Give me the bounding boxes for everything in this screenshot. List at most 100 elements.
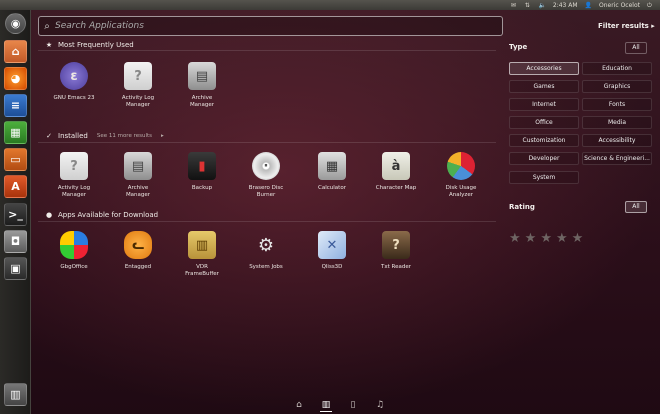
star-icon[interactable]: ★ xyxy=(572,231,584,246)
app-archive-manager[interactable]: ▤ Archive Manager xyxy=(171,62,233,109)
section-frequent-header[interactable]: ★ Most Frequently Used xyxy=(45,41,134,49)
files-lens-icon[interactable]: ▯ xyxy=(347,400,359,412)
dash: ⌕ Filter results ▸ ★ Most Frequently Use… xyxy=(31,10,660,414)
app-label: Brasero Disc Burner xyxy=(248,185,284,198)
category-graphics[interactable]: Graphics xyxy=(582,80,652,93)
app-character-map[interactable]: à Character Map xyxy=(365,152,427,192)
info-icon: ● xyxy=(45,211,53,219)
section-installed-header[interactable]: ✓ Installed See 11 more results ▸ xyxy=(45,132,164,140)
category-games[interactable]: Games xyxy=(509,80,579,93)
impress-icon[interactable]: ▭ xyxy=(4,148,27,171)
app-label: Backup xyxy=(191,185,213,191)
mail-icon[interactable]: ✉ xyxy=(511,2,518,9)
star-icon[interactable]: ★ xyxy=(556,231,568,246)
category-system[interactable]: System xyxy=(509,171,579,184)
star-icon[interactable]: ★ xyxy=(509,231,521,246)
category-developer[interactable]: Developer xyxy=(509,152,579,165)
category-accessories[interactable]: Accessories xyxy=(509,62,579,75)
app-label: Qliss3D xyxy=(321,264,343,270)
emacs-icon: ε xyxy=(60,62,88,90)
app-vdr-framebuffer[interactable]: ▥ VDR FrameBuffer xyxy=(171,231,233,278)
app-gnu-emacs[interactable]: ε GNU Emacs 23 xyxy=(43,62,105,102)
check-circle-icon: ✓ xyxy=(46,132,52,140)
app-label: Entagged xyxy=(124,264,152,270)
trash-icon[interactable]: ▥ xyxy=(4,383,27,406)
archive-icon: ▤ xyxy=(124,152,152,180)
category-science-engineering[interactable]: Science & Engineeri... xyxy=(582,152,652,165)
home-lens-icon[interactable]: ⌂ xyxy=(293,400,305,412)
calculator-icon: ▦ xyxy=(318,152,346,180)
volume-icon[interactable]: 🔈 xyxy=(539,2,546,9)
music-lens-icon[interactable]: ♫ xyxy=(374,400,386,412)
network-icon[interactable]: ⇅ xyxy=(525,2,532,9)
app-disk-usage-analyzer[interactable]: Disk Usage Analyzer xyxy=(430,152,492,199)
category-accessibility[interactable]: Accessibility xyxy=(582,134,652,147)
book-icon: ? xyxy=(382,231,410,259)
app-activity-log-manager[interactable]: ? Activity Log Manager xyxy=(43,152,105,199)
lens-bar: ⌂ ▥ ▯ ♫ xyxy=(293,400,386,412)
power-icon[interactable]: ⏻ xyxy=(647,2,654,9)
app-qliss3d[interactable]: ✕ Qliss3D xyxy=(301,231,363,271)
app-backup[interactable]: ▮ Backup xyxy=(171,152,233,192)
app-system-jobs[interactable]: ⚙ System Jobs xyxy=(235,231,297,271)
applications-lens-icon[interactable]: ▥ xyxy=(320,400,332,412)
star-icon[interactable]: ★ xyxy=(540,231,552,246)
box-icon: ▥ xyxy=(188,231,216,259)
divider xyxy=(38,221,496,222)
category-media[interactable]: Media xyxy=(582,116,652,129)
clock[interactable]: 2:43 AM xyxy=(553,2,578,9)
writer-icon[interactable]: ≡ xyxy=(4,94,27,117)
user-icon: 👤 xyxy=(584,1,593,9)
app-archive-manager[interactable]: ▤ Archive Manager xyxy=(107,152,169,199)
chevron-right-icon: ▸ xyxy=(651,22,655,30)
camera-icon[interactable]: ◘ xyxy=(4,230,27,253)
section-download-title: Apps Available for Download xyxy=(58,211,159,219)
category-internet[interactable]: Internet xyxy=(509,98,579,111)
document-question-icon: ? xyxy=(124,62,152,90)
app-label: Archive Manager xyxy=(189,95,215,108)
pie-chart-icon xyxy=(447,152,475,180)
calc-icon[interactable]: ▦ xyxy=(4,121,27,144)
app-label: Character Map xyxy=(375,185,417,191)
app-calculator[interactable]: ▦ Calculator xyxy=(301,152,363,192)
firefox-icon[interactable]: ◕ xyxy=(4,67,27,90)
dash-home-icon[interactable]: ◉ xyxy=(5,13,26,34)
home-folder-icon[interactable]: ⌂ xyxy=(4,40,27,63)
software-center-icon[interactable]: A xyxy=(4,175,27,198)
app-txt-reader[interactable]: ? Txt Reader xyxy=(365,231,427,271)
app-label: Activity Log Manager xyxy=(57,185,91,198)
gbgoffice-icon xyxy=(60,231,88,259)
category-customization[interactable]: Customization xyxy=(509,134,579,147)
terminal-icon[interactable]: >_ xyxy=(4,203,27,226)
category-office[interactable]: Office xyxy=(509,116,579,129)
cat-icon: ᓚ xyxy=(124,231,152,259)
star-icon: ★ xyxy=(45,41,53,49)
user-name[interactable]: Oneric Ocelot xyxy=(599,2,640,9)
search-box: ⌕ xyxy=(38,16,503,36)
app-gbgoffice[interactable]: GbgOffice xyxy=(43,231,105,271)
app-label: Archive Manager xyxy=(125,185,151,198)
filter-results-toggle[interactable]: Filter results ▸ xyxy=(598,22,655,30)
top-panel: ✉ ⇅ 🔈 2:43 AM 👤 Oneric Ocelot ⏻ xyxy=(0,0,660,10)
search-input[interactable] xyxy=(55,21,475,31)
chevron-right-icon: ▸ xyxy=(161,133,164,139)
rating-stars: ★ ★ ★ ★ ★ xyxy=(509,231,583,246)
workspace-switcher-icon[interactable]: ▣ xyxy=(4,257,27,280)
category-fonts[interactable]: Fonts xyxy=(582,98,652,111)
category-education[interactable]: Education xyxy=(582,62,652,75)
app-label: Calculator xyxy=(318,185,346,191)
type-all-button[interactable]: All xyxy=(625,42,647,54)
app-entagged[interactable]: ᓚ Entagged xyxy=(107,231,169,271)
star-icon[interactable]: ★ xyxy=(525,231,537,246)
app-label: Txt Reader xyxy=(381,264,411,270)
app-activity-log-manager[interactable]: ? Activity Log Manager xyxy=(107,62,169,109)
app-label: GNU Emacs 23 xyxy=(53,95,95,101)
divider xyxy=(38,50,496,51)
app-label: Activity Log Manager xyxy=(121,95,155,108)
section-download-header[interactable]: ● Apps Available for Download xyxy=(45,211,158,219)
see-more-link[interactable]: See 11 more results xyxy=(97,133,152,139)
rating-all-button[interactable]: All xyxy=(625,201,647,213)
disc-icon: · xyxy=(252,152,280,180)
app-brasero[interactable]: · Brasero Disc Burner xyxy=(235,152,297,199)
search-icon: ⌕ xyxy=(44,20,50,32)
